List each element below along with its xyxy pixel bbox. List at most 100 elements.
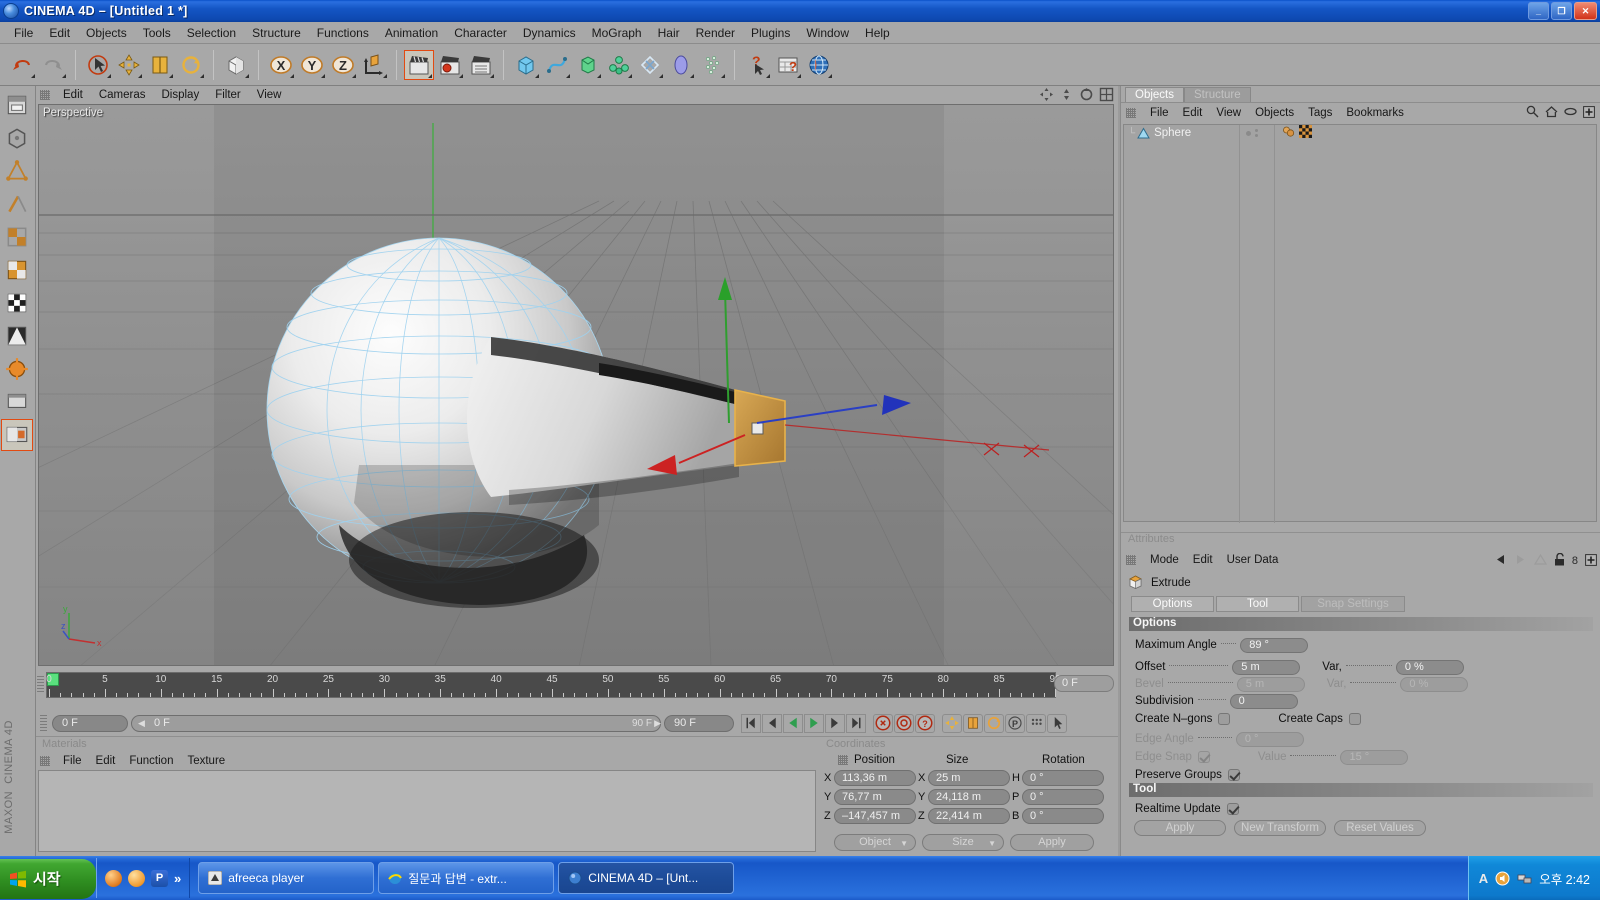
- minimize-button[interactable]: _: [1528, 2, 1549, 20]
- coord-position-field[interactable]: 113,36 m: [834, 769, 916, 786]
- close-button[interactable]: ✕: [1574, 2, 1597, 20]
- start-button[interactable]: 시작: [0, 858, 96, 899]
- viewport-menu-filter[interactable]: Filter: [207, 88, 249, 102]
- panel-layout-icon[interactable]: [1099, 87, 1114, 102]
- range-end-field[interactable]: 90 F: [664, 714, 734, 732]
- menu-item-help[interactable]: Help: [857, 24, 898, 42]
- attributes-menu-userdata[interactable]: User Data: [1220, 553, 1286, 567]
- materials-list[interactable]: [38, 770, 816, 852]
- scale-tool[interactable]: [145, 49, 175, 80]
- viewport-menu-cameras[interactable]: Cameras: [91, 88, 154, 102]
- web-button[interactable]: [804, 49, 834, 80]
- time-range-slider[interactable]: ◀ 0 F 90 F ▶: [131, 714, 661, 732]
- objects-menu-edit[interactable]: Edit: [1176, 106, 1210, 120]
- lock-z-axis[interactable]: Z: [328, 49, 358, 80]
- make-editable-button[interactable]: [1, 89, 33, 121]
- menu-item-render[interactable]: Render: [688, 24, 743, 42]
- keyframe-selection-button[interactable]: ?: [915, 713, 935, 733]
- step-forward-button[interactable]: [825, 713, 845, 733]
- objects-menu-objects[interactable]: Objects: [1248, 106, 1301, 120]
- menu-item-dynamics[interactable]: Dynamics: [515, 24, 584, 42]
- menu-item-hair[interactable]: Hair: [650, 24, 688, 42]
- option-checkbox-2[interactable]: [1348, 713, 1361, 725]
- language-a-icon[interactable]: A: [1479, 871, 1488, 886]
- menu-item-animation[interactable]: Animation: [377, 24, 446, 42]
- enable-axis-button[interactable]: [1, 353, 33, 385]
- option-checkbox[interactable]: [1197, 751, 1210, 763]
- objects-menu-file[interactable]: File: [1143, 106, 1176, 120]
- materials-menu-file[interactable]: File: [56, 754, 89, 768]
- uv-polygons-button[interactable]: [1, 320, 33, 352]
- chevron-double-icon[interactable]: »: [174, 871, 181, 886]
- objects-menu-view[interactable]: View: [1209, 106, 1248, 120]
- coord-rotation-field[interactable]: 0 °: [1022, 807, 1104, 824]
- menu-item-plugins[interactable]: Plugins: [743, 24, 798, 42]
- rotate-view-icon[interactable]: [1079, 87, 1094, 102]
- parameter-key-toggle[interactable]: P: [1005, 713, 1025, 733]
- option-field-2[interactable]: 0 %: [1400, 676, 1469, 692]
- taskbar-task-2[interactable]: CINEMA 4D – [Unt...: [558, 862, 735, 894]
- point-mode-button[interactable]: [1, 155, 33, 187]
- add-array-button[interactable]: [604, 49, 634, 80]
- taskbar-clock[interactable]: 오후 2:42: [1539, 869, 1590, 888]
- menu-item-structure[interactable]: Structure: [244, 24, 309, 42]
- polygon-mode-button[interactable]: [1, 221, 33, 253]
- attributes-menu-edit[interactable]: Edit: [1186, 553, 1220, 567]
- render-view-button[interactable]: [404, 49, 434, 80]
- materials-menu-texture[interactable]: Texture: [180, 754, 232, 768]
- volume-icon[interactable]: [1495, 871, 1510, 886]
- world-object-coord-toggle[interactable]: [359, 49, 389, 80]
- viewport-menu-grip[interactable]: [40, 90, 50, 100]
- menu-item-window[interactable]: Window: [798, 24, 857, 42]
- move-view-icon[interactable]: [1039, 87, 1054, 102]
- content-browser-button[interactable]: ?: [773, 49, 803, 80]
- timeline-grip[interactable]: [37, 676, 44, 692]
- tab-structure[interactable]: Structure: [1184, 87, 1251, 102]
- object-visibility-dots[interactable]: [1246, 129, 1258, 137]
- current-frame-field[interactable]: 0 F: [1054, 675, 1114, 692]
- workplane-button[interactable]: [1, 419, 33, 451]
- objects-menu-grip[interactable]: [1126, 107, 1136, 118]
- add-spline-button[interactable]: [542, 49, 572, 80]
- objects-menu-bookmarks[interactable]: Bookmarks: [1339, 106, 1411, 120]
- step-back-button[interactable]: [762, 713, 782, 733]
- add-cube-button[interactable]: [511, 49, 541, 80]
- lock-icon[interactable]: [1554, 552, 1565, 569]
- add-particle-button[interactable]: [697, 49, 727, 80]
- object-row-sphere[interactable]: └ Sphere: [1124, 125, 1596, 141]
- go-to-start-button[interactable]: [741, 713, 761, 733]
- attributes-menu-grip[interactable]: [1126, 555, 1136, 565]
- viewport-menu-display[interactable]: Display: [153, 88, 207, 102]
- coord-size-field[interactable]: 25 m: [928, 769, 1010, 786]
- add-nurbs-button[interactable]: [573, 49, 603, 80]
- tab-objects[interactable]: Objects: [1125, 87, 1184, 102]
- materials-menu-function[interactable]: Function: [122, 754, 180, 768]
- rotate-tool[interactable]: [176, 49, 206, 80]
- objects-menu-tags[interactable]: Tags: [1301, 106, 1339, 120]
- lock-y-axis[interactable]: Y: [297, 49, 327, 80]
- object-axis-toggle[interactable]: [221, 49, 251, 80]
- timeline-ruler[interactable]: 051015202530354045505560657075808590: [46, 672, 1061, 698]
- phong-tag-icon[interactable]: [1282, 125, 1295, 141]
- coord-rotation-field[interactable]: 0 °: [1022, 788, 1104, 805]
- browser-orange2-icon[interactable]: [128, 869, 145, 887]
- menu-item-file[interactable]: File: [6, 24, 41, 42]
- search-icon[interactable]: [1526, 105, 1539, 121]
- frame-field-a[interactable]: 0 F: [52, 714, 128, 732]
- viewport-menu-view[interactable]: View: [249, 88, 290, 102]
- rotation-key-toggle[interactable]: [984, 713, 1004, 733]
- menu-item-character[interactable]: Character: [446, 24, 515, 42]
- maximize-button[interactable]: ❐: [1551, 2, 1572, 20]
- browser-orange-icon[interactable]: [105, 869, 122, 887]
- attr-tab-tool[interactable]: Tool: [1216, 596, 1299, 612]
- menu-item-tools[interactable]: Tools: [135, 24, 179, 42]
- scale-view-icon[interactable]: [1059, 87, 1074, 102]
- coord-position-field[interactable]: –147,457 m: [834, 807, 916, 824]
- menu-item-mograph[interactable]: MoGraph: [584, 24, 650, 42]
- option-field-2[interactable]: 0 %: [1395, 659, 1464, 675]
- apply-button[interactable]: Apply: [1134, 820, 1226, 836]
- move-tool[interactable]: [114, 49, 144, 80]
- taskbar-task-0[interactable]: afreeca player: [198, 862, 375, 894]
- back-arrow-icon[interactable]: [1494, 554, 1507, 568]
- photoshop-icon[interactable]: P: [151, 869, 168, 887]
